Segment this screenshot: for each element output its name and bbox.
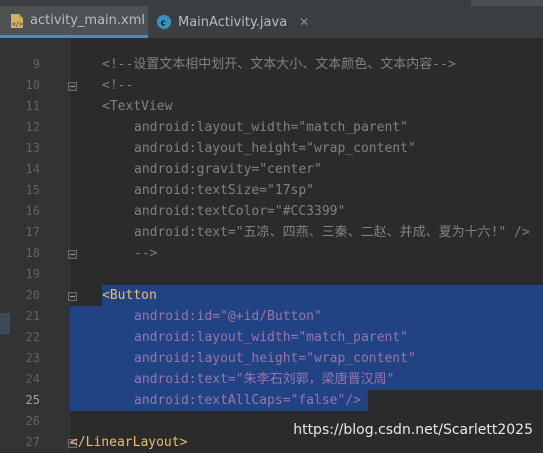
tab-mainactivity-java[interactable]: c MainActivity.java ✕ (156, 6, 309, 38)
line-number: 23 (25, 351, 40, 365)
line-number: 10 (25, 78, 40, 92)
code-line: --> (70, 243, 543, 264)
svg-text:c: c (161, 19, 166, 29)
code-line: android:layout_width="match_parent" (70, 117, 543, 138)
code-text: android:layout_width="match_parent" (134, 330, 408, 345)
code-line: <Button (70, 285, 543, 306)
code-text: android:layout_height="wrap_content" (134, 351, 416, 366)
line-number: 17 (25, 225, 40, 239)
line-number: 18 (25, 246, 40, 260)
line-number: 22 (25, 330, 40, 344)
code-text: --> (134, 246, 158, 261)
code-text: <TextView (102, 99, 173, 114)
code-text: android:text="五凉、四燕、三秦、二赵、并成、夏为十六!" /> (134, 225, 530, 240)
tab-activity-main-xml[interactable]: </> activity_main.xml ✕ (0, 6, 167, 38)
code-text: android:textColor="#CC3399" (134, 204, 346, 219)
code-text: <!--设置文本相中划开、文本大小、文本颜色、文本内容--> (102, 57, 456, 72)
code-text: android:layout_height="wrap_content" (134, 141, 416, 156)
code-line: <!--设置文本相中划开、文本大小、文本颜色、文本内容--> (70, 54, 543, 75)
line-number: 16 (25, 204, 40, 218)
line-number: 20 (25, 288, 40, 302)
watermark: https://blog.csdn.net/Scarlett2025 (293, 422, 533, 438)
editor-tab-bar: </> activity_main.xml ✕ c MainActivity.j… (0, 6, 543, 39)
line-number: 19 (25, 267, 40, 281)
line-number: 27 (25, 435, 40, 449)
code-text: </LinearLayout> (70, 435, 188, 450)
code-line: android:textSize="17sp" (70, 180, 543, 201)
code-line: android:id="@+id/Button" (70, 306, 543, 327)
code-line: android:textColor="#CC3399" (70, 201, 543, 222)
line-number: 12 (25, 120, 40, 134)
line-number: 15 (25, 183, 40, 197)
line-number: 24 (25, 372, 40, 386)
code-text: android:textSize="17sp" (134, 183, 315, 198)
code-line: android:textAllCaps="false"/> (70, 390, 543, 411)
code-line: <TextView (70, 96, 543, 117)
project-panel-edge (0, 38, 10, 452)
code-text: <!-- (102, 78, 134, 93)
line-number: 14 (25, 162, 40, 176)
code-editor[interactable]: <!--设置文本相中划开、文本大小、文本颜色、文本内容--> <!-- <Tex… (70, 38, 543, 452)
code-line: android:text="朱李石刘郭，梁唐晋汉周" (70, 369, 543, 390)
code-line: android:gravity="center" (70, 159, 543, 180)
svg-text:</>: </> (12, 21, 23, 28)
line-number-gutter: 9 10 11 12 13 14 15 16 17 18 19 20 21 22… (10, 38, 77, 452)
code-line: android:layout_height="wrap_content" (70, 348, 543, 369)
code-text: android:gravity="center" (134, 162, 322, 177)
code-line: android:layout_height="wrap_content" (70, 138, 543, 159)
xml-file-icon: </> (10, 13, 24, 29)
tab-label: MainActivity.java (178, 14, 288, 30)
line-number: 9 (32, 57, 40, 71)
selection-marker (0, 313, 10, 334)
line-number: 21 (25, 309, 40, 323)
code-text: android:layout_width="match_parent" (134, 120, 408, 135)
close-icon[interactable]: ✕ (299, 15, 309, 29)
java-class-icon: c (156, 14, 172, 30)
code-text: android:id="@+id/Button" (134, 309, 322, 324)
tab-label: activity_main.xml (30, 13, 146, 28)
code-text: android:textAllCaps="false"/> (134, 393, 361, 408)
line-number: 25 (25, 393, 40, 407)
code-line: android:text="五凉、四燕、三秦、二赵、并成、夏为十六!" /> (70, 222, 543, 243)
code-line: <!-- (70, 75, 543, 96)
line-number: 26 (25, 414, 40, 428)
line-number: 11 (25, 99, 40, 113)
code-line: android:layout_width="match_parent" (70, 327, 543, 348)
code-text: android:text="朱李石刘郭，梁唐晋汉周" (134, 372, 395, 387)
line-number: 13 (25, 141, 40, 155)
code-text: <Button (102, 288, 157, 303)
